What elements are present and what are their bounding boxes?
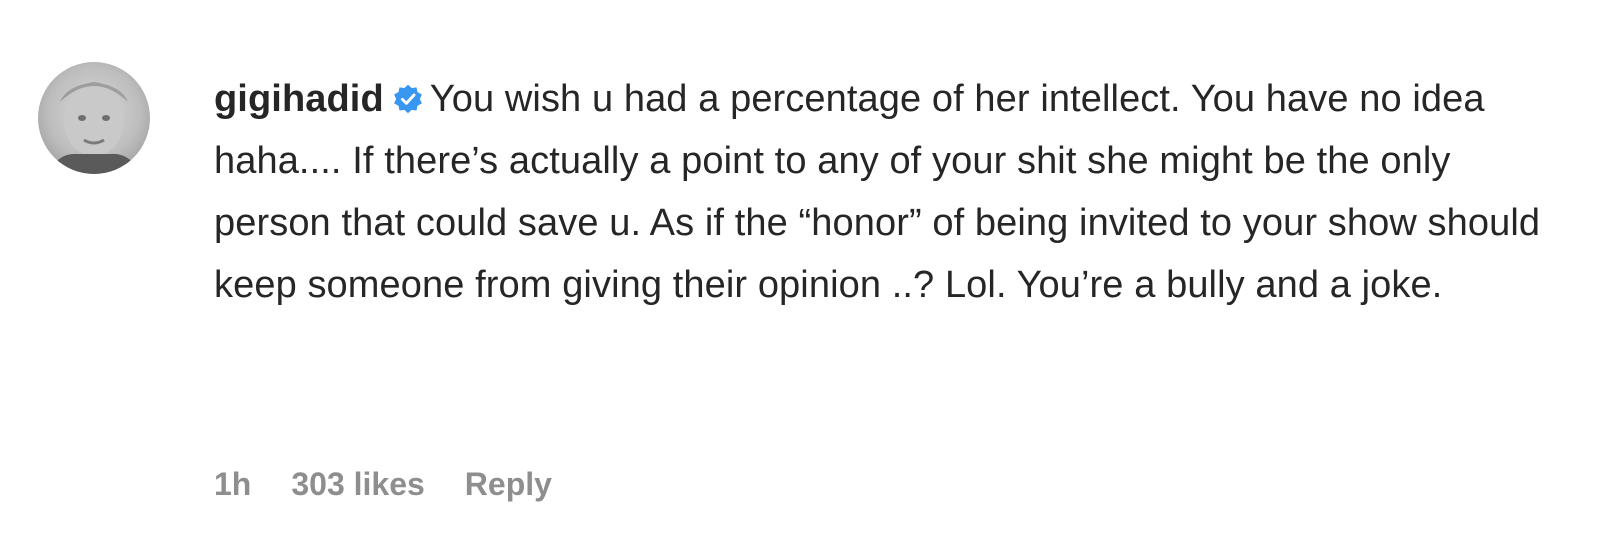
comment: gigihadid You wish u had a percentage of …	[0, 0, 1600, 550]
comment-body: gigihadid You wish u had a percentage of …	[214, 68, 1574, 316]
reply-button[interactable]: Reply	[465, 466, 552, 503]
likes-count[interactable]: 303 likes	[291, 466, 424, 503]
comment-text-line: gigihadid You wish u had a percentage of …	[214, 68, 1574, 316]
profile-photo-icon	[48, 82, 140, 174]
avatar[interactable]	[38, 62, 150, 174]
username-link[interactable]: gigihadid	[214, 78, 384, 120]
comment-meta: 1h 303 likes Reply	[214, 466, 552, 503]
comment-time: 1h	[214, 466, 252, 502]
verified-badge-icon	[393, 84, 422, 114]
